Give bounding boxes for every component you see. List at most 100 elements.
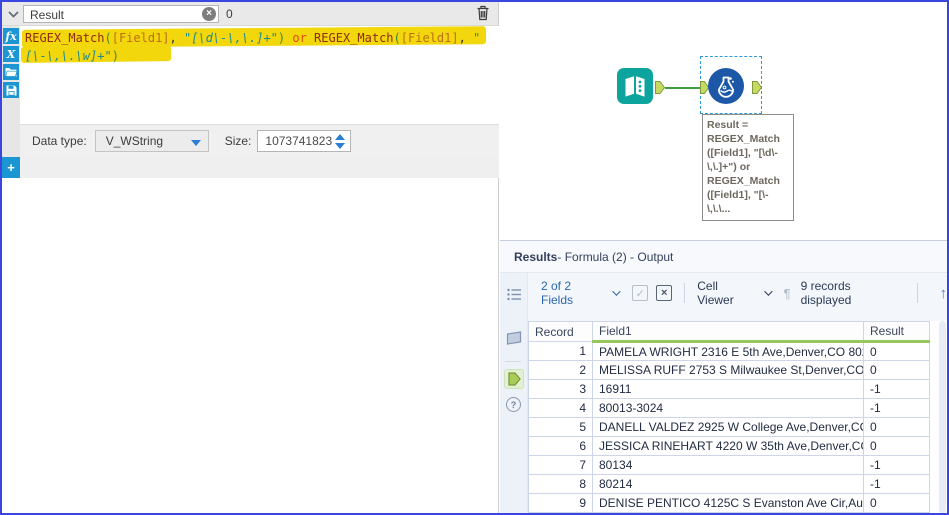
alteryx-designer-window: Result × 0 fx X + REGEX_Match([Field1], … (0, 0, 949, 515)
chevron-down-icon (763, 287, 773, 296)
results-toolbar: 2 of 2 Fields ✓ × Cell Viewer ¶ 9 record… (528, 273, 947, 313)
open-folder-icon[interactable] (3, 64, 19, 80)
results-panel: Results - Formula (2) - Output ? 2 of 2 … (500, 240, 947, 513)
divider (505, 361, 521, 362)
spinner-up-icon[interactable] (335, 133, 346, 140)
table-row[interactable]: 3 16911 -1 (528, 379, 930, 399)
cell-record[interactable]: 5 (528, 417, 593, 437)
results-table-area: Record Field1 Result 1 PAMELA WRIGHT 2316… (528, 321, 947, 513)
table-row[interactable]: 1 PAMELA WRIGHT 2316 E 5th Ave,Denver,CO … (528, 341, 930, 361)
results-title: Results (514, 249, 558, 264)
cell-record[interactable]: 9 (528, 493, 593, 513)
size-input[interactable]: 1073741823 (257, 130, 352, 152)
cell-record[interactable]: 7 (528, 455, 593, 475)
expression-text: REGEX_Match([Field1], "[\d\-\,\.]+") or … (20, 26, 499, 65)
records-displayed-label: 9 records displayed (800, 279, 852, 307)
add-expression-button[interactable]: + (2, 157, 20, 178)
cell-viewer-button[interactable]: Cell Viewer (697, 279, 773, 307)
cell-result[interactable]: 0 (863, 417, 930, 437)
cell-record[interactable]: 2 (528, 360, 593, 380)
chevron-down-icon (612, 287, 621, 296)
expression-line: [\-\,\.\w]+") (25, 49, 119, 63)
cell-result[interactable]: 0 (863, 436, 930, 456)
vertical-scrollbar[interactable] (939, 321, 946, 513)
size-value: 1073741823 (265, 134, 333, 148)
add-expression-row (20, 157, 499, 178)
col-header-field1[interactable]: Field1 (592, 321, 864, 343)
output-column-input[interactable]: Result (23, 5, 219, 23)
cell-result[interactable]: 0 (863, 493, 930, 513)
annotation-line: \,\.]+") or (707, 161, 751, 173)
cell-field1[interactable]: 80214 (592, 474, 864, 494)
cell-record[interactable]: 1 (528, 341, 593, 361)
col-header-result[interactable]: Result (863, 321, 930, 343)
annotation-line: Result = (707, 119, 749, 131)
formula-tool-icon[interactable] (708, 68, 744, 104)
results-table: Record Field1 Result 1 PAMELA WRIGHT 2316… (528, 321, 930, 513)
trash-icon[interactable] (476, 5, 492, 23)
cell-result[interactable]: -1 (863, 398, 930, 418)
formula-output-anchor[interactable] (752, 81, 763, 99)
deselect-all-icon[interactable]: × (656, 285, 673, 301)
scroll-up-icon[interactable]: ↑ (940, 285, 947, 302)
annotation-line: ([Field1], "[\- (707, 189, 769, 201)
cell-viewer-label: Cell Viewer (697, 279, 734, 307)
metadata-view-icon[interactable] (505, 329, 523, 347)
cell-field1[interactable]: DENISE PENTICO 4125C S Evanston Ave Cir,… (592, 493, 864, 513)
cell-field1[interactable]: PAMELA WRIGHT 2316 E 5th Ave,Denver,CO 8… (592, 341, 864, 361)
cell-result[interactable]: -1 (863, 474, 930, 494)
table-row[interactable]: 9 DENISE PENTICO 4125C S Evanston Ave Cir… (528, 493, 930, 513)
text-input-output-anchor[interactable] (655, 81, 666, 99)
cell-result[interactable]: 0 (863, 341, 930, 361)
size-spinner[interactable] (331, 132, 349, 150)
cell-field1[interactable]: 80013-3024 (592, 398, 864, 418)
cell-record[interactable]: 4 (528, 398, 593, 418)
cell-result[interactable]: -1 (863, 379, 930, 399)
table-row[interactable]: 7 80134 -1 (528, 455, 930, 475)
select-all-icon[interactable]: ✓ (632, 285, 649, 301)
results-subtitle: - Formula (2) - Output (557, 249, 674, 264)
table-row[interactable]: 8 80214 -1 (528, 474, 930, 494)
save-icon[interactable] (3, 82, 19, 98)
cell-record[interactable]: 8 (528, 474, 593, 494)
formula-config-panel: Result × 0 fx X + REGEX_Match([Field1], … (2, 2, 499, 513)
cell-field1[interactable]: DANELL VALDEZ 2925 W College Ave,Denver,… (592, 417, 864, 437)
cell-field1[interactable]: 16911 (592, 379, 864, 399)
data-type-select[interactable]: V_WString (94, 130, 209, 152)
table-header-row: Record Field1 Result (528, 321, 930, 343)
expression-toolbar: Result × 0 (2, 2, 498, 26)
text-input-tool-icon[interactable] (617, 68, 653, 104)
cell-record[interactable]: 3 (528, 379, 593, 399)
table-row[interactable]: 6 JESSICA RINEHART 4220 W 35th Ave,Denver… (528, 436, 930, 456)
variables-icon[interactable]: X (3, 46, 19, 62)
cell-field1[interactable]: JESSICA RINEHART 4220 W 35th Ave,Denver,… (592, 436, 864, 456)
table-row[interactable]: 5 DANELL VALDEZ 2925 W College Ave,Denver… (528, 417, 930, 437)
tool-annotation[interactable]: Result = REGEX_Match ([Field1], "[\d\- \,\.… (702, 114, 794, 221)
connection-line[interactable] (665, 87, 704, 89)
table-row[interactable]: 2 MELISSA RUFF 2753 S Milwaukee St,Denver… (528, 360, 930, 380)
output-anchor-icon[interactable] (504, 369, 524, 389)
config-list-icon[interactable] (505, 285, 523, 303)
expression-editor[interactable]: REGEX_Match([Field1], "[\d\-\,\.]+") or … (20, 26, 499, 124)
divider (684, 283, 686, 303)
expression-line: REGEX_Match([Field1], "[\d\-\,\.]+") or … (25, 31, 481, 45)
chevron-down-icon[interactable] (5, 6, 21, 22)
workflow-canvas[interactable]: Result = REGEX_Match ([Field1], "[\d\- \,\.… (500, 2, 947, 240)
results-header: Results - Formula (2) - Output (500, 241, 947, 273)
pilcrow-icon[interactable]: ¶ (784, 286, 791, 301)
fields-selector-label: 2 of 2 Fields (541, 279, 574, 307)
cell-field1[interactable]: MELISSA RUFF 2753 S Milwaukee St,Denver,… (592, 360, 864, 380)
functions-icon[interactable]: fx (3, 28, 19, 44)
spinner-down-icon[interactable] (335, 142, 346, 149)
table-row[interactable]: 4 80013-3024 -1 (528, 398, 930, 418)
clear-icon[interactable]: × (202, 7, 216, 21)
cell-record[interactable]: 6 (528, 436, 593, 456)
results-table-body: 1 PAMELA WRIGHT 2316 E 5th Ave,Denver,CO … (528, 341, 930, 513)
cell-field1[interactable]: 80134 (592, 455, 864, 475)
col-header-record[interactable]: Record (528, 321, 593, 342)
fields-selector-button[interactable]: 2 of 2 Fields (541, 279, 621, 307)
help-icon[interactable]: ? (506, 397, 521, 412)
data-type-row: Data type: V_WString Size: 1073741823 (20, 124, 499, 157)
cell-result[interactable]: -1 (863, 455, 930, 475)
cell-result[interactable]: 0 (863, 360, 930, 380)
